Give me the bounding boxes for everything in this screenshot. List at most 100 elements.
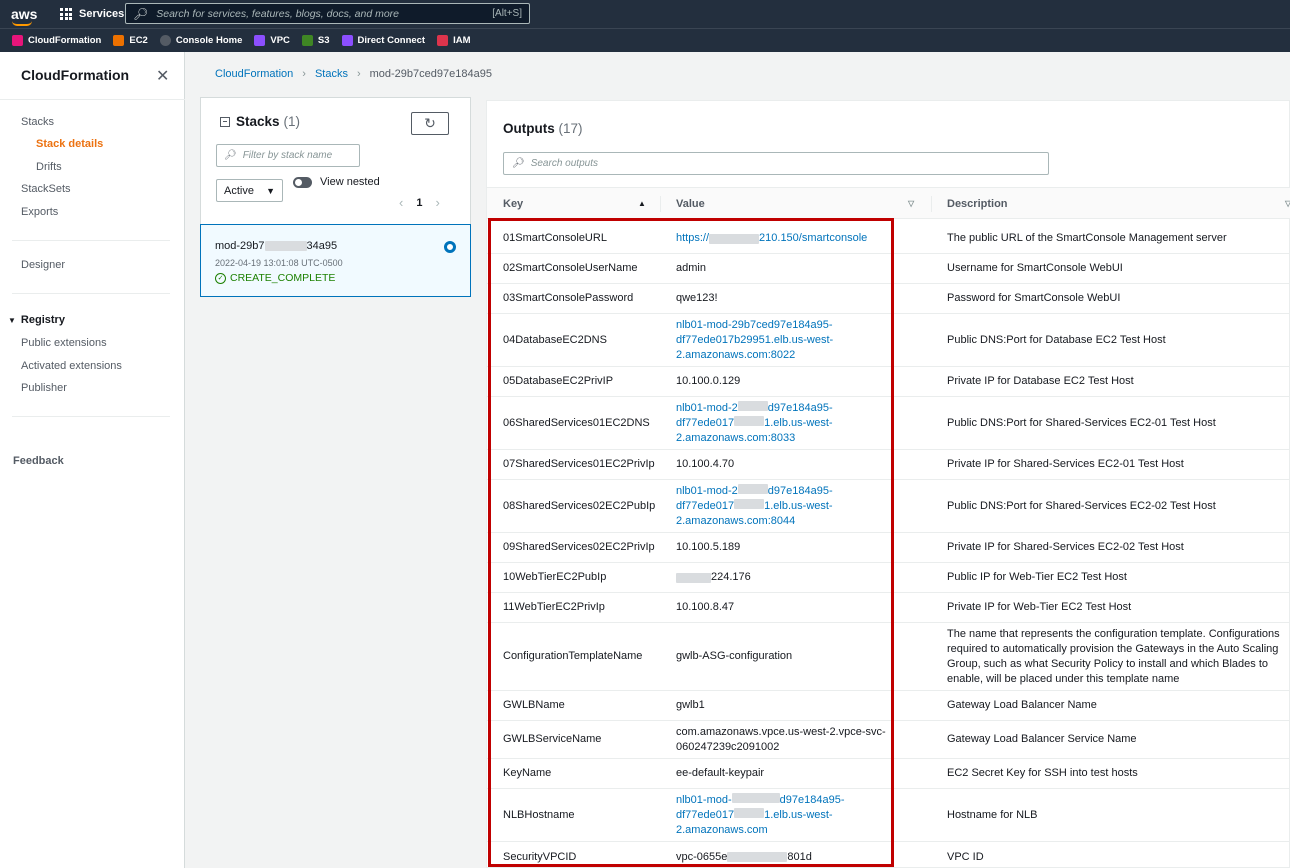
column-header-key[interactable]: Key ▲: [503, 188, 663, 219]
output-description: Private IP for Database EC2 Test Host: [947, 375, 1134, 387]
favorite-cloudformation[interactable]: CloudFormation: [12, 35, 101, 46]
sort-icon: ▽: [908, 199, 915, 208]
sidebar-section-registry[interactable]: ▼ Registry: [8, 314, 65, 326]
column-separator[interactable]: [660, 196, 661, 212]
aws-logo-text: aws: [11, 6, 38, 22]
cloudformation-icon: [12, 35, 23, 46]
column-header-value[interactable]: Value ▽: [676, 188, 916, 219]
outputs-table-header: Key ▲ Value ▽ Description ▽: [487, 187, 1290, 219]
sidebar-item-activated-extensions[interactable]: Activated extensions: [21, 360, 122, 372]
redacted-text: [734, 498, 765, 509]
output-key: 10WebTierEC2PubIp: [503, 571, 607, 583]
stack-filter-input[interactable]: 🔎︎ Filter by stack name: [216, 144, 360, 167]
stack-status: ✓ CREATE_COMPLETE: [215, 272, 335, 284]
search-shortcut: [Alt+S]: [492, 8, 522, 19]
ec2-icon: [113, 35, 125, 46]
sidebar-item-exports[interactable]: Exports: [21, 206, 58, 218]
output-key: 03SmartConsolePassword: [503, 292, 634, 304]
output-key: 08SharedServices02EC2PubIp: [503, 499, 656, 512]
divider: [12, 416, 170, 417]
output-description: Password for SmartConsole WebUI: [947, 292, 1121, 304]
sidebar-item-drifts[interactable]: Drifts: [36, 161, 62, 173]
aws-logo[interactable]: aws: [11, 6, 41, 26]
global-search-input[interactable]: 🔎︎ Search for services, features, blogs,…: [125, 3, 530, 24]
column-header-description[interactable]: Description ▽: [947, 188, 1290, 219]
output-value: 10.100.4.70: [676, 458, 735, 470]
favorite-direct-connect[interactable]: Direct Connect: [341, 35, 426, 46]
sidebar-item-designer[interactable]: Designer: [21, 259, 65, 271]
sidebar-item-stacks[interactable]: Stacks: [21, 116, 54, 128]
sidebar-item-stack-details[interactable]: Stack details: [36, 138, 103, 150]
sidebar-item-feedback[interactable]: Feedback: [13, 455, 64, 467]
favorite-ec2[interactable]: EC2: [113, 35, 148, 46]
output-value[interactable]: https:// 210.150/smartconsole: [676, 224, 886, 253]
caret-down-icon: ▼: [266, 185, 275, 196]
chevron-left-icon[interactable]: ‹: [399, 195, 403, 210]
status-filter-select[interactable]: Active ▼: [216, 179, 283, 202]
filter-placeholder: Filter by stack name: [242, 150, 333, 161]
chevron-right-icon[interactable]: ›: [435, 195, 439, 210]
favorite-iam[interactable]: IAM: [437, 35, 471, 46]
table-row: GWLBName gwlb1 Gateway Load Balancer Nam…: [487, 691, 1290, 721]
output-key: 09SharedServices02EC2PrivIp: [503, 541, 655, 553]
table-row: 09SharedServices02EC2PrivIp 10.100.5.189…: [487, 533, 1290, 563]
breadcrumb-stacks[interactable]: Stacks: [315, 68, 348, 80]
stack-created-date: 2022-04-19 13:01:08 UTC-0500: [215, 258, 343, 268]
outputs-panel: Outputs (17) 🔎︎ Search outputs Key ▲ Valu…: [486, 100, 1290, 868]
table-row: 04DatabaseEC2DNS nlb01-mod-29b7ced97e184…: [487, 314, 1290, 367]
favorite-label: Direct Connect: [357, 35, 426, 46]
output-value[interactable]: nlb01-mod-2 d97e184a95- df77ede017 1.elb.u…: [676, 397, 886, 449]
sidebar-item-stacksets[interactable]: StackSets: [21, 183, 71, 195]
value-line: 060247239c2091002: [676, 740, 780, 753]
view-nested-toggle[interactable]: [293, 177, 312, 188]
favorite-s3[interactable]: S3: [301, 35, 330, 46]
output-key: 05DatabaseEC2PrivIP: [503, 375, 614, 387]
refresh-button[interactable]: ↻: [411, 112, 449, 135]
outputs-search-input[interactable]: 🔎︎ Search outputs: [503, 152, 1049, 175]
value-part: d97e184a95-: [767, 401, 833, 414]
sidebar-title[interactable]: CloudFormation: [21, 67, 129, 83]
output-description: Public DNS:Port for Shared-Services EC2-…: [947, 499, 1216, 512]
close-icon[interactable]: ✕: [156, 66, 169, 86]
stack-list-item[interactable]: mod-29b7 34a95 2022-04-19 13:01:08 UTC-05…: [200, 224, 471, 297]
direct-connect-icon: [341, 35, 353, 46]
favorite-console-home[interactable]: Console Home: [159, 35, 243, 46]
output-value: gwlb-ASG-configuration: [676, 650, 793, 662]
stack-name-suffix: 34a95: [306, 240, 338, 252]
value-part: d97e184a95-: [779, 793, 845, 806]
breadcrumb-cloudformation[interactable]: CloudFormation: [215, 68, 293, 80]
redacted-text: [676, 572, 711, 583]
sidebar-item-publisher[interactable]: Publisher: [21, 382, 67, 394]
value-part: df77ede017: [676, 416, 735, 429]
output-value: vpc-0655e 801d: [676, 842, 886, 868]
services-menu-button[interactable]: Services: [60, 8, 124, 20]
output-value[interactable]: nlb01-mod-2 d97e184a95- df77ede017 1.elb.u…: [676, 480, 886, 532]
output-value: 10.100.0.129: [676, 375, 741, 387]
value-part: vpc-0655e: [676, 850, 728, 863]
description-line: required to automatically provision the …: [947, 642, 1279, 655]
iam-icon: [437, 35, 449, 46]
search-icon: 🔎︎: [512, 158, 525, 169]
output-value: 10.100.5.189: [676, 541, 741, 553]
output-value[interactable]: nlb01-mod-d97e184a95- df77ede017 1.elb.us…: [676, 789, 886, 841]
redacted-text: [737, 483, 768, 494]
favorite-label: IAM: [453, 35, 471, 46]
output-description: Public DNS:Port for Database EC2 Test Ho…: [947, 333, 1166, 346]
favorite-label: Console Home: [175, 35, 243, 46]
column-separator[interactable]: [931, 196, 932, 212]
favorite-vpc[interactable]: VPC: [254, 35, 290, 46]
redacted-text: [709, 233, 760, 244]
output-description: Public DNS:Port for Shared-Services EC2-…: [947, 416, 1216, 429]
collapse-icon[interactable]: [220, 116, 230, 127]
column-value-label: Value: [676, 197, 705, 210]
page-number[interactable]: 1: [416, 197, 422, 209]
value-part: 1.elb.us-west-: [764, 808, 833, 821]
output-value[interactable]: nlb01-mod-29b7ced97e184a95- df77ede017b29…: [676, 314, 886, 366]
grid-icon: [60, 8, 72, 20]
stack-radio-selected[interactable]: [444, 241, 456, 253]
output-value: ee-default-keypair: [676, 767, 765, 779]
favorite-label: S3: [317, 35, 330, 46]
output-description: Private IP for Shared-Services EC2-01 Te…: [947, 458, 1184, 470]
sidebar-item-public-extensions[interactable]: Public extensions: [21, 337, 107, 349]
table-row: KeyName ee-default-keypair EC2 Secret Ke…: [487, 759, 1290, 789]
